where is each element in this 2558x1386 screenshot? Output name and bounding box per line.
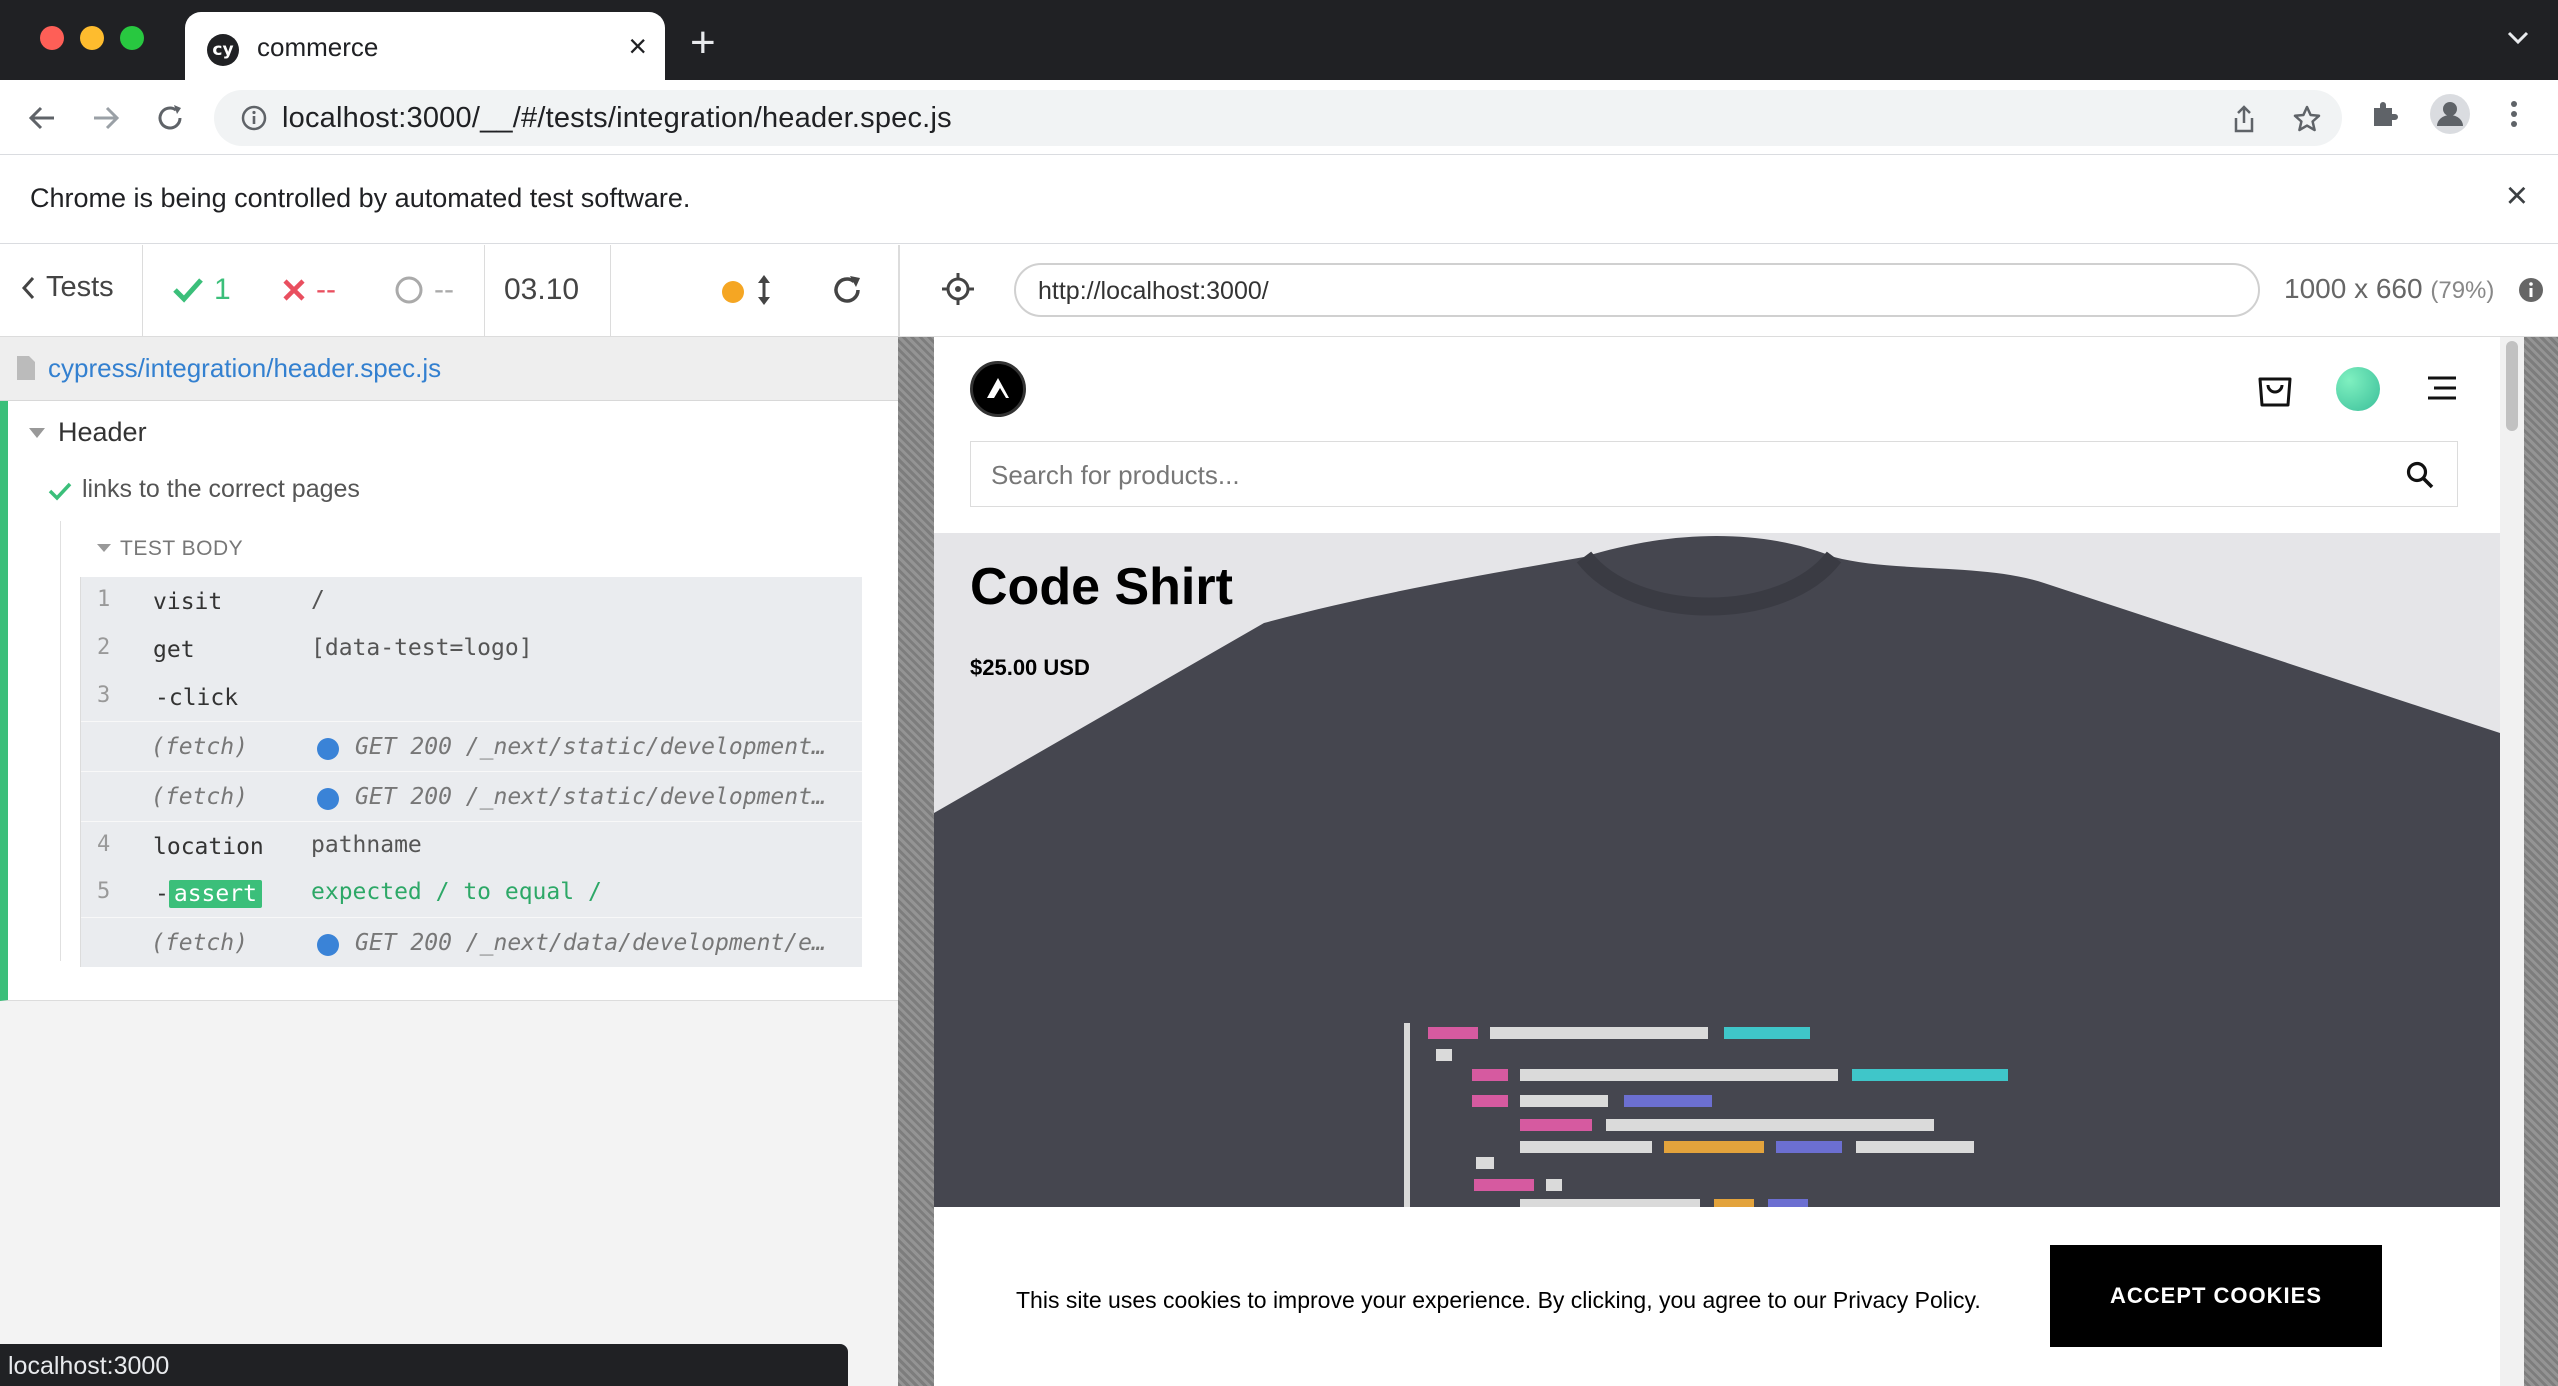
test-title[interactable]: links to the correct pages bbox=[82, 475, 360, 504]
browser-tab[interactable]: cy commerce × bbox=[185, 12, 665, 80]
search-placeholder: Search for products... bbox=[991, 460, 1240, 490]
chevron-left-icon bbox=[21, 276, 35, 299]
share-icon[interactable] bbox=[2230, 104, 2258, 139]
selector-playground-crosshair-icon[interactable] bbox=[940, 271, 976, 312]
network-dot-icon bbox=[317, 738, 339, 760]
minimize-window-button[interactable] bbox=[80, 26, 104, 50]
status-url: localhost:3000 bbox=[8, 1352, 170, 1380]
menu-hamburger-icon[interactable] bbox=[2426, 375, 2458, 406]
search-icon[interactable] bbox=[2405, 460, 2435, 495]
tab-search-chevron-icon[interactable] bbox=[2506, 30, 2530, 51]
run-duration: 03.10 bbox=[504, 273, 580, 306]
extensions-puzzle-icon[interactable] bbox=[2368, 98, 2400, 135]
file-icon bbox=[17, 356, 35, 380]
passed-count: 1 bbox=[172, 273, 231, 307]
product-price: $25.00 USD bbox=[970, 655, 1090, 680]
assert-badge: assert bbox=[168, 880, 262, 908]
link-status-bar: localhost:3000 bbox=[0, 1344, 848, 1386]
runner-stats-bar: Tests 1 -- -- 03.10 bbox=[0, 245, 898, 337]
command-log: Header links to the correct pages TEST B… bbox=[0, 401, 898, 1001]
fetch-row[interactable]: (fetch) GET 200 /_next/static/developmen… bbox=[81, 771, 862, 821]
cart-icon[interactable] bbox=[2256, 369, 2294, 414]
spec-path-link[interactable]: cypress/integration/header.spec.js bbox=[48, 353, 441, 384]
address-url[interactable]: localhost:3000/__/#/tests/integration/he… bbox=[282, 102, 952, 135]
caret-down-icon[interactable] bbox=[28, 427, 46, 439]
divider bbox=[610, 245, 611, 337]
check-icon bbox=[48, 482, 72, 501]
pending-count: -- bbox=[394, 273, 454, 307]
new-tab-button[interactable]: + bbox=[690, 18, 716, 68]
network-dot-icon bbox=[317, 934, 339, 956]
command-row[interactable]: 1 visit / bbox=[81, 577, 862, 625]
store-logo[interactable] bbox=[970, 361, 1026, 417]
product-search-input[interactable]: Search for products... bbox=[970, 441, 2458, 507]
profile-avatar-icon[interactable] bbox=[2428, 92, 2472, 141]
divider bbox=[142, 245, 143, 337]
check-icon bbox=[173, 278, 203, 303]
suite-title[interactable]: Header bbox=[58, 417, 147, 448]
back-arrow-icon[interactable] bbox=[22, 98, 62, 138]
infobar-close-icon[interactable]: × bbox=[2506, 175, 2528, 218]
address-bar[interactable]: localhost:3000/__/#/tests/integration/he… bbox=[214, 90, 2342, 146]
bookmark-star-icon[interactable] bbox=[2292, 104, 2322, 139]
infobar-message: Chrome is being controlled by automated … bbox=[30, 183, 691, 213]
reload-icon[interactable] bbox=[150, 98, 190, 138]
test-body-guide bbox=[60, 521, 61, 961]
aut-url-field[interactable]: http://localhost:3000/ bbox=[1014, 263, 2260, 317]
fetch-row[interactable]: (fetch) GET 200 /_next/data/development/… bbox=[81, 917, 862, 967]
browser-toolbar: localhost:3000/__/#/tests/integration/he… bbox=[0, 80, 2558, 154]
product-hero: Code Shirt $25.00 USD bbox=[934, 533, 2500, 1207]
close-window-button[interactable] bbox=[40, 26, 64, 50]
site-info-icon[interactable] bbox=[240, 104, 268, 137]
command-list: 1 visit / 2 get [data-test=logo] 3 -clic… bbox=[80, 577, 862, 967]
failed-count: -- bbox=[282, 273, 336, 307]
x-icon bbox=[283, 279, 305, 301]
cypress-runner: Tests 1 -- -- 03.10 cypress/integration/… bbox=[0, 245, 898, 1386]
cookie-banner: This site uses cookies to improve your e… bbox=[934, 1207, 2500, 1386]
scrollbar-thumb[interactable] bbox=[2506, 341, 2518, 431]
rerun-icon[interactable] bbox=[830, 273, 864, 312]
app-under-test: Search for products... Code Shirt $25.00… bbox=[934, 337, 2500, 1386]
viewport-size: 1000 x 660 (79%) bbox=[2284, 273, 2495, 304]
pending-circle-icon bbox=[395, 276, 423, 304]
command-row[interactable]: 2 get [data-test=logo] bbox=[81, 625, 862, 673]
network-dot-icon bbox=[317, 788, 339, 810]
browser-titlebar: cy commerce × + bbox=[0, 0, 2558, 80]
test-body-label[interactable]: TEST BODY bbox=[120, 537, 243, 561]
command-row[interactable]: 3 -click bbox=[81, 673, 862, 721]
tests-back-button[interactable]: Tests bbox=[20, 271, 114, 304]
cypress-favicon-icon: cy bbox=[207, 34, 239, 66]
spec-path-bar: cypress/integration/header.spec.js bbox=[0, 337, 898, 401]
tests-label: Tests bbox=[46, 271, 114, 303]
accept-cookies-button[interactable]: ACCEPT COOKIES bbox=[2050, 1245, 2382, 1347]
more-vertical-icon[interactable] bbox=[2504, 98, 2524, 135]
user-avatar[interactable] bbox=[2336, 367, 2380, 411]
fetch-row[interactable]: (fetch) GET 200 /_next/static/developmen… bbox=[81, 721, 862, 771]
running-indicator-icon bbox=[722, 281, 744, 303]
forward-arrow-icon[interactable] bbox=[86, 98, 126, 138]
product-title: Code Shirt bbox=[970, 558, 1233, 616]
code-shirt-image[interactable] bbox=[934, 533, 2500, 1207]
cookie-message: This site uses cookies to improve your e… bbox=[1016, 1287, 1981, 1313]
logo-triangle-icon bbox=[987, 378, 1009, 398]
divider bbox=[484, 245, 485, 337]
caret-down-icon[interactable] bbox=[96, 543, 112, 553]
tab-title: commerce bbox=[257, 32, 379, 62]
aut-scrollbar[interactable] bbox=[2500, 337, 2524, 1386]
aut-header: http://localhost:3000/ 1000 x 660 (79%) bbox=[898, 245, 2558, 337]
viewport-info-icon[interactable] bbox=[2518, 277, 2544, 308]
command-row[interactable]: 4 location pathname bbox=[81, 821, 862, 869]
aut-url-text[interactable]: http://localhost:3000/ bbox=[1038, 277, 1269, 306]
command-row[interactable]: 5 - assert expected / to equal / bbox=[81, 869, 862, 917]
automation-infobar: Chrome is being controlled by automated … bbox=[0, 154, 2558, 244]
auto-scroll-toggle-icon[interactable] bbox=[756, 273, 772, 312]
tab-close-icon[interactable]: × bbox=[628, 26, 647, 66]
maximize-window-button[interactable] bbox=[120, 26, 144, 50]
